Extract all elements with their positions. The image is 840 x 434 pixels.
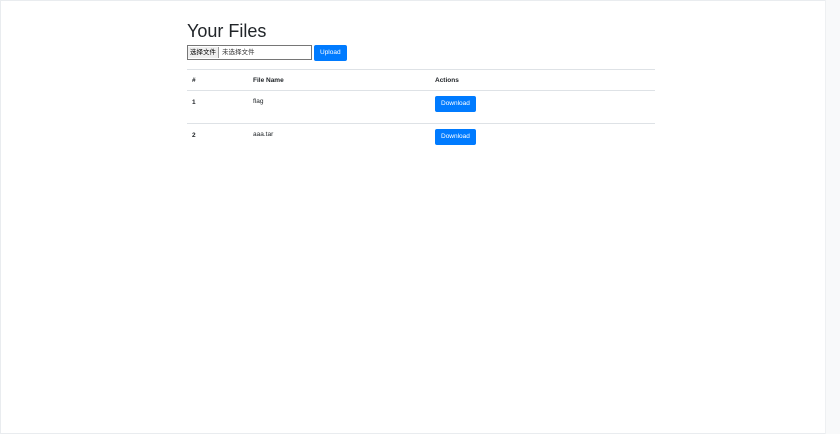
row-actions: Download (430, 124, 655, 157)
file-status-text: 未选择文件 (222, 49, 255, 56)
download-button[interactable]: Download (435, 129, 476, 145)
row-actions: Download (430, 90, 655, 124)
download-button[interactable]: Download (435, 96, 476, 112)
header-actions: Actions (430, 69, 655, 91)
files-table: # File Name Actions 1 flag Download 2 aa… (187, 69, 655, 156)
page-title: Your Files (187, 21, 267, 41)
header-number: # (187, 69, 248, 91)
file-input[interactable]: 选择文件 未选择文件 (187, 45, 312, 60)
row-number: 1 (187, 90, 248, 124)
main-container: Your Files 选择文件 未选择文件 Upload # File Name… (187, 20, 655, 156)
upload-form: 选择文件 未选择文件 Upload (187, 44, 655, 61)
upload-button[interactable]: Upload (314, 44, 347, 61)
table-row: 1 flag Download (187, 90, 655, 124)
table-header-row: # File Name Actions (187, 69, 655, 91)
header-file-name: File Name (248, 69, 430, 91)
scrollbar-track[interactable] (825, 0, 840, 434)
table-row: 2 aaa.tar Download (187, 124, 655, 157)
row-file-name: flag (248, 90, 430, 124)
row-number: 2 (192, 132, 196, 139)
choose-file-button[interactable]: 选择文件 (188, 47, 219, 58)
row-file-name: aaa.tar (253, 131, 274, 138)
